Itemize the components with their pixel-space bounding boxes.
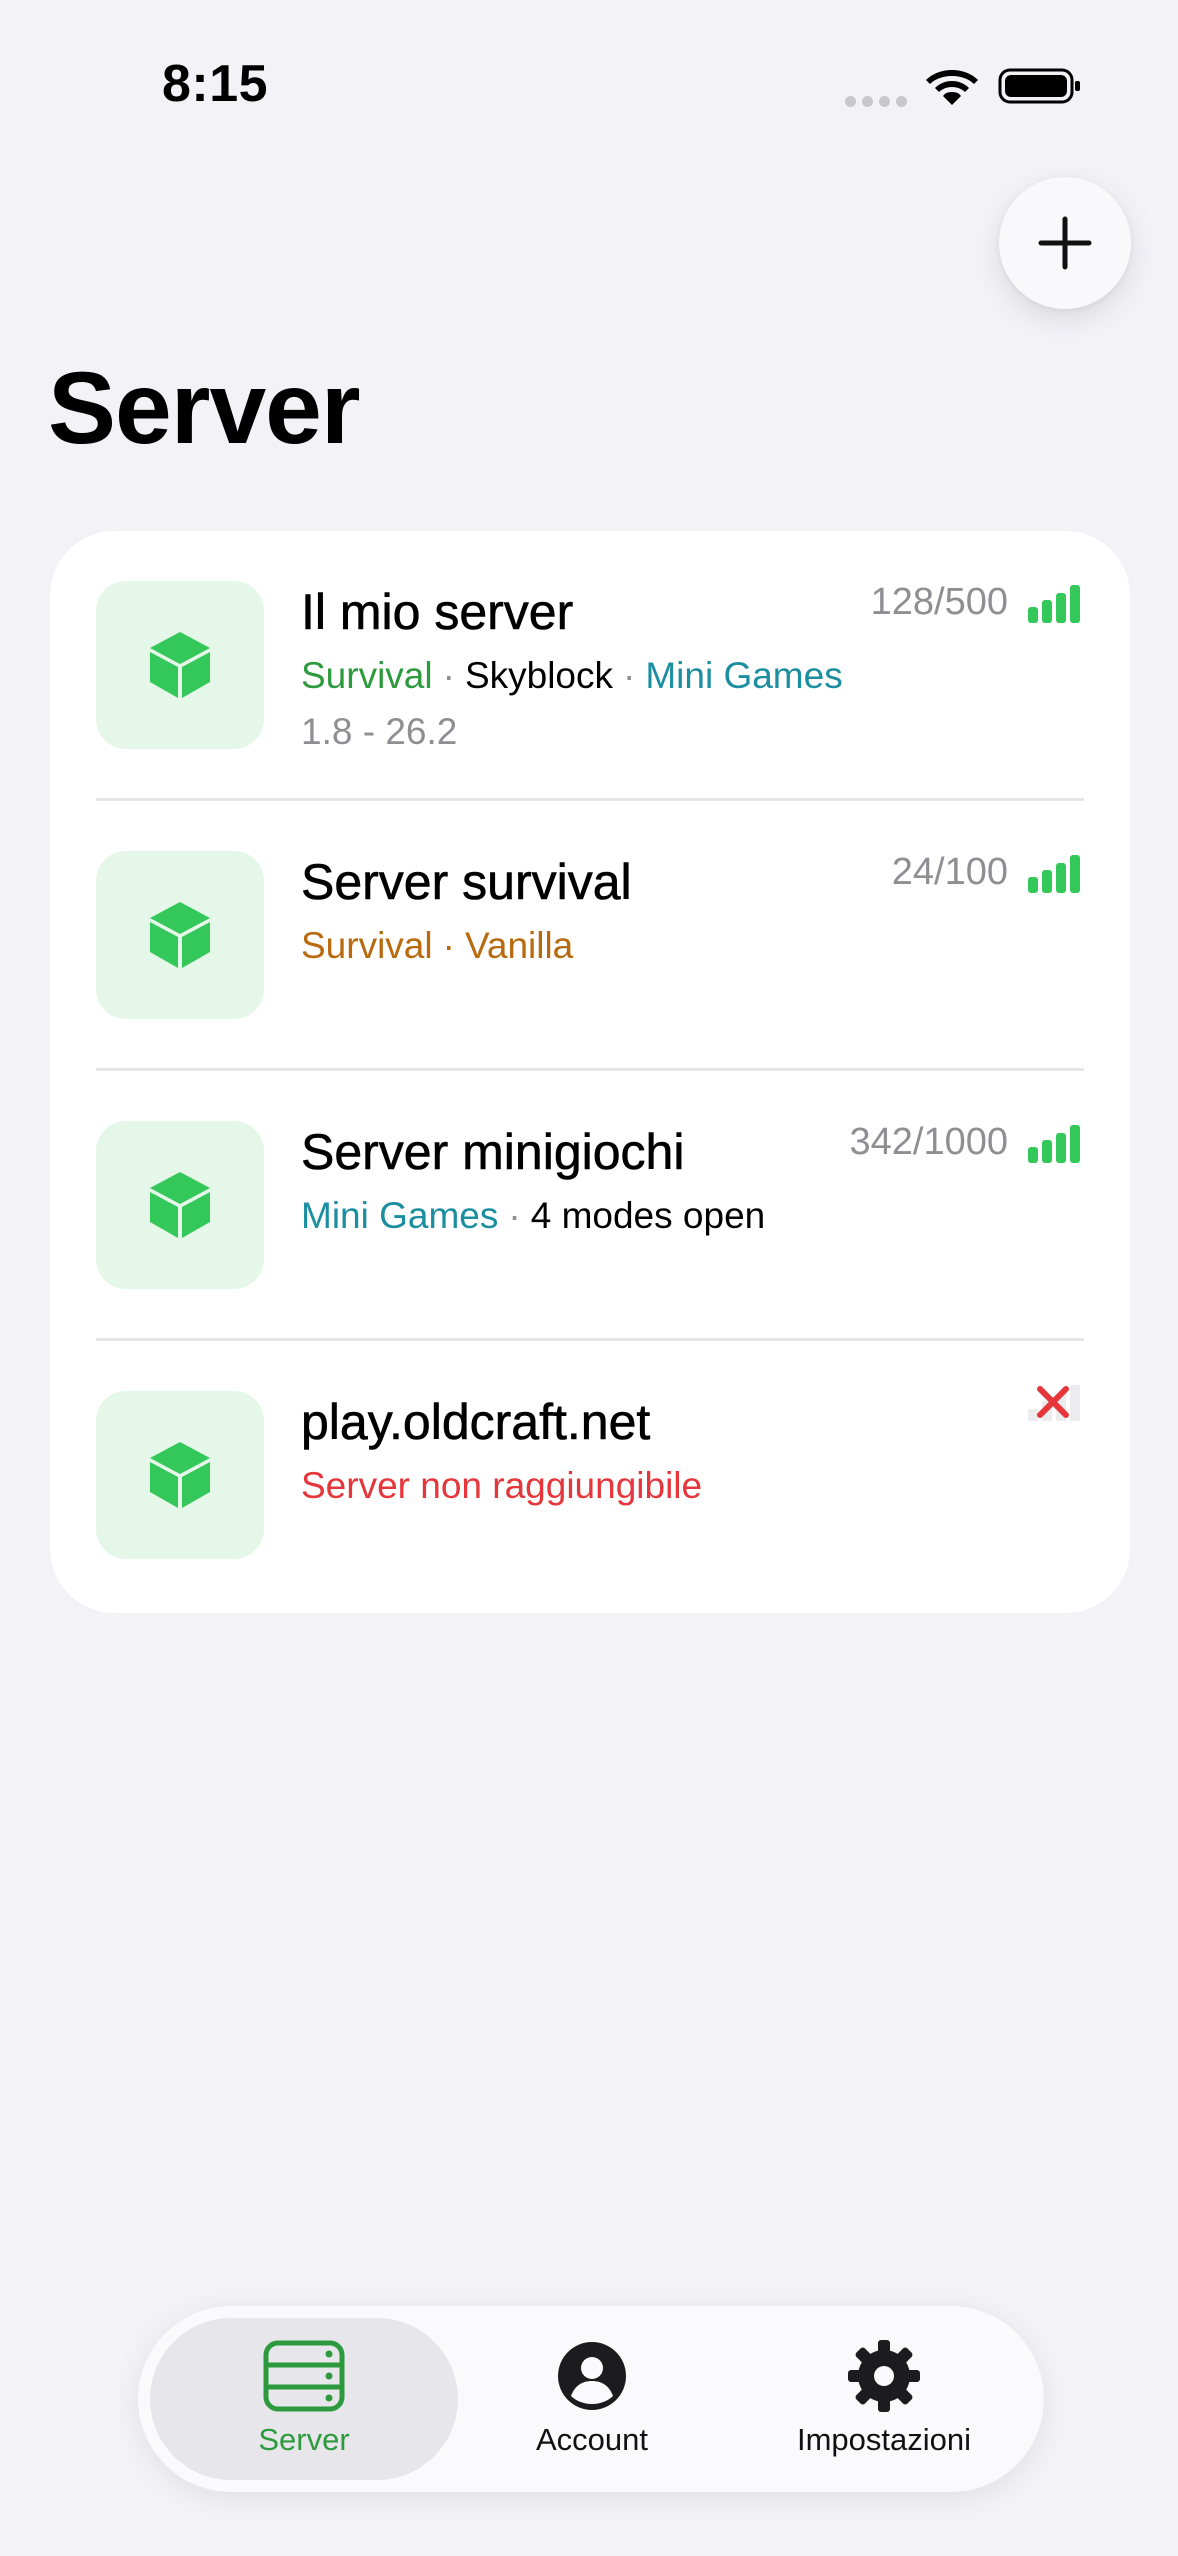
- server-thumbnail: [96, 851, 264, 1019]
- cube-icon: [150, 1442, 210, 1508]
- server-row-play-oldcraft[interactable]: play.oldcraft.net Server non raggiungibi…: [50, 1341, 1130, 1611]
- server-tags: Survival · Skyblock · Mini Games: [301, 655, 843, 696]
- cube-icon: [150, 902, 210, 968]
- page-title: Server: [48, 351, 361, 465]
- signal-strength-icon: [1028, 855, 1080, 893]
- tab-label: Server: [258, 2422, 350, 2457]
- status-time: 8:15: [162, 55, 269, 113]
- cellular-signal-icon: [845, 96, 907, 107]
- wifi-icon: [926, 70, 978, 105]
- tag-vanilla: Vanilla: [464, 925, 574, 966]
- tab-account[interactable]: Account: [450, 2318, 734, 2480]
- signal-strength-icon: [1028, 585, 1080, 623]
- cube-icon: [150, 632, 210, 698]
- tag-mini-games: Mini Games: [645, 655, 843, 696]
- server-name: Server survival: [301, 854, 632, 911]
- tag-modes-open: 4 modes open: [530, 1195, 766, 1236]
- player-count: 342/1000: [849, 1121, 1009, 1163]
- server-list: Il mio server Survival · Skyblock · Mini Gam…: [50, 531, 1130, 1613]
- cube-icon: [150, 1172, 210, 1238]
- server-tags: Survival · Vanilla: [301, 925, 574, 966]
- server-name: Il mio server: [301, 584, 574, 641]
- server-thumbnail: [96, 581, 264, 749]
- server-tags: Mini Games · 4 modes open: [301, 1195, 766, 1236]
- server-stack-icon: [263, 2340, 345, 2412]
- plus-icon: [1038, 216, 1092, 270]
- tag-mini-games: Mini Games: [301, 1195, 499, 1236]
- server-row-server-minigiochi[interactable]: Server minigiochi Mini Games · 4 modes ope…: [50, 1071, 1130, 1341]
- server-thumbnail: [96, 1121, 264, 1289]
- account-icon: [558, 2342, 626, 2410]
- server-thumbnail: [96, 1391, 264, 1559]
- tag-survival: Survival: [301, 925, 433, 966]
- server-row-il-mio-server[interactable]: Il mio server Survival · Skyblock · Mini Gam…: [50, 531, 1130, 801]
- server-name: Server minigiochi: [301, 1124, 685, 1181]
- tab-bar: Server Account Impostazioni: [138, 2306, 1044, 2492]
- tag-skyblock: Skyblock: [464, 655, 613, 696]
- offline-icon: [1028, 1385, 1080, 1421]
- server-version: 1.8 - 26.2: [301, 711, 458, 752]
- tab-label: Account: [535, 2422, 648, 2457]
- tab-server[interactable]: Server: [150, 2318, 458, 2480]
- battery-icon: [998, 68, 1080, 104]
- tag-survival: Survival: [301, 655, 433, 696]
- player-count: 24/100: [891, 851, 1008, 893]
- add-server-button[interactable]: [999, 177, 1131, 309]
- server-name: play.oldcraft.net: [301, 1394, 651, 1451]
- tab-label: Impostazioni: [796, 2422, 972, 2457]
- screen: 8:15 Server Il mio server Survival · Sky…: [0, 0, 1178, 2556]
- gear-icon: [848, 2340, 920, 2412]
- server-row-server-survival[interactable]: Server survival Survival · Vanilla 24/100: [50, 801, 1130, 1071]
- tab-impostazioni[interactable]: Impostazioni: [738, 2318, 1030, 2480]
- signal-strength-icon: [1028, 1125, 1080, 1163]
- player-count: 128/500: [870, 581, 1008, 623]
- server-status-text: Server non raggiungibile: [301, 1465, 703, 1506]
